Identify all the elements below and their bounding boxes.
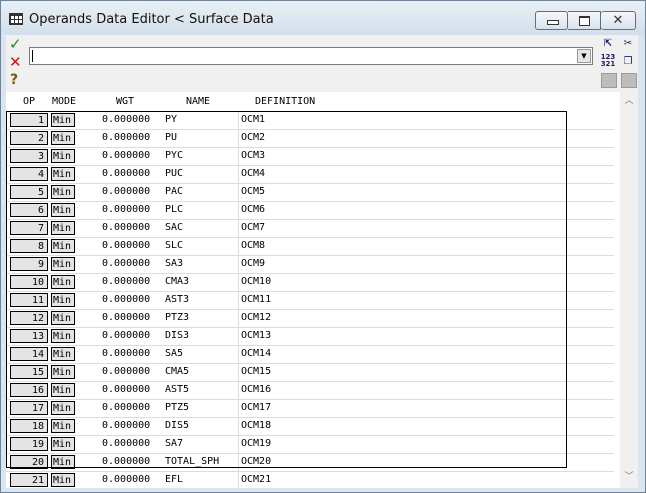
selection-frame — [6, 111, 567, 468]
name-cell[interactable]: EFL — [165, 473, 237, 487]
table-icon — [9, 13, 23, 25]
mode-cell[interactable]: Min — [51, 473, 75, 487]
accept-icon[interactable]: ✓ — [9, 35, 22, 53]
help-icon[interactable]: ? — [10, 72, 18, 88]
header-name[interactable]: NAME — [186, 96, 210, 107]
op-cell[interactable]: 21 — [10, 473, 48, 487]
header-op[interactable]: OP — [23, 96, 35, 107]
insert-row-icon[interactable]: ⇱ — [600, 36, 616, 51]
text-caret — [32, 50, 33, 62]
scissors-icon[interactable]: ✂ — [620, 36, 636, 51]
weight-cell[interactable]: 0.000000 — [102, 473, 158, 487]
paste-icon[interactable] — [621, 73, 637, 88]
copy-icon[interactable]: ❐ — [620, 54, 636, 69]
editor-client-area: ✓ ✕ ? ▼ ⇱ ✂ 123 321 ❐ OP MODE WGT NAME DE… — [6, 35, 638, 488]
table-row[interactable]: 21 Min 0.000000 EFL OCM21 — [6, 472, 620, 488]
maximize-icon — [579, 16, 590, 26]
delete-row-icon[interactable] — [601, 73, 617, 88]
sort-numeric-icon[interactable]: 123 321 — [600, 54, 616, 69]
header-definition[interactable]: DEFINITION — [255, 96, 315, 107]
column-divider — [238, 472, 239, 488]
header-mode[interactable]: MODE — [52, 96, 76, 107]
minimize-icon — [547, 20, 559, 25]
chevron-down-icon[interactable]: ﹀ — [622, 470, 636, 484]
chevron-down-icon[interactable]: ▼ — [577, 49, 591, 63]
definition-cell[interactable]: OCM21 — [241, 473, 311, 487]
minimize-button[interactable] — [535, 11, 568, 30]
header-wgt[interactable]: WGT — [116, 96, 134, 107]
vertical-scrollbar[interactable]: ︿ ﹀ — [620, 92, 638, 488]
title-bar[interactable]: Operands Data Editor < Surface Data ✕ — [1, 1, 645, 35]
edit-combobox[interactable]: ▼ — [29, 47, 593, 65]
maximize-button[interactable] — [568, 11, 601, 30]
close-icon: ✕ — [612, 13, 624, 28]
reject-icon[interactable]: ✕ — [9, 53, 22, 71]
chevron-up-icon[interactable]: ︿ — [622, 94, 636, 108]
window-title: Operands Data Editor < Surface Data — [29, 12, 274, 27]
operands-editor-window: Operands Data Editor < Surface Data ✕ ✓ … — [0, 0, 646, 493]
close-button[interactable]: ✕ — [601, 11, 636, 30]
operands-grid: OP MODE WGT NAME DEFINITION 1 Min 0.000000… — [6, 92, 620, 488]
